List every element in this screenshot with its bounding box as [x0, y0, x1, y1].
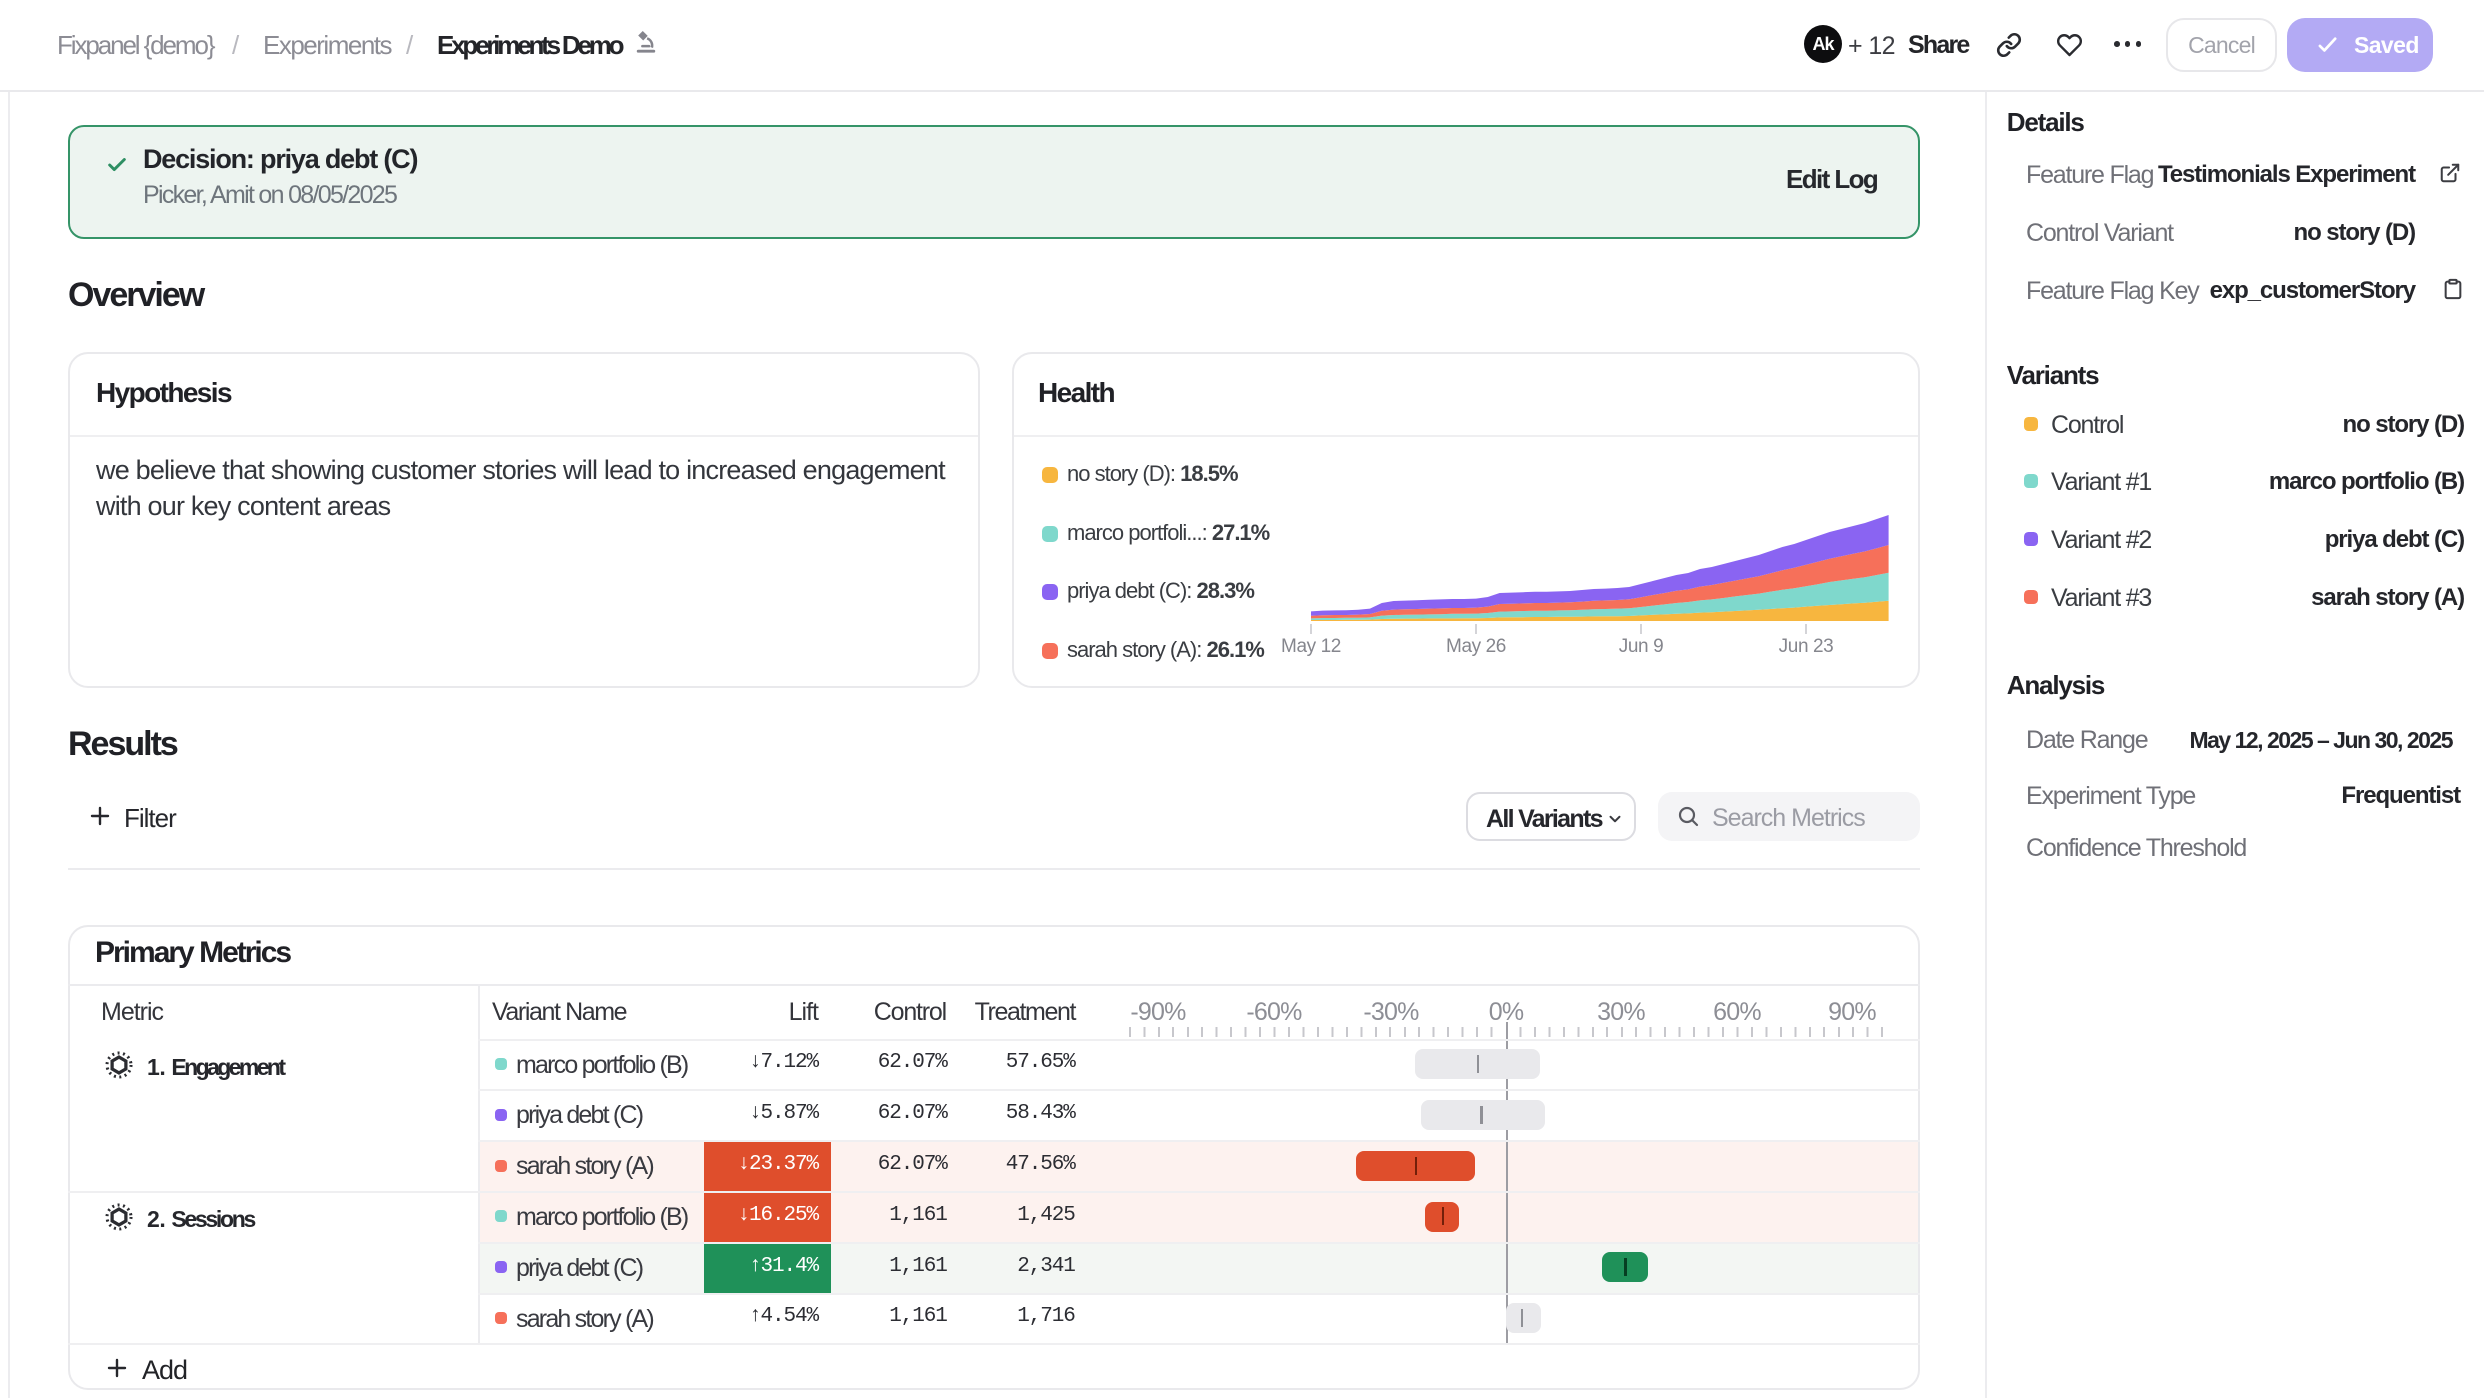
svg-text:May 26: May 26: [1446, 636, 1506, 657]
svg-text:May 12: May 12: [1281, 636, 1341, 657]
svg-text:Jun 9: Jun 9: [1619, 636, 1663, 657]
svg-text:Jun 23: Jun 23: [1779, 636, 1834, 657]
